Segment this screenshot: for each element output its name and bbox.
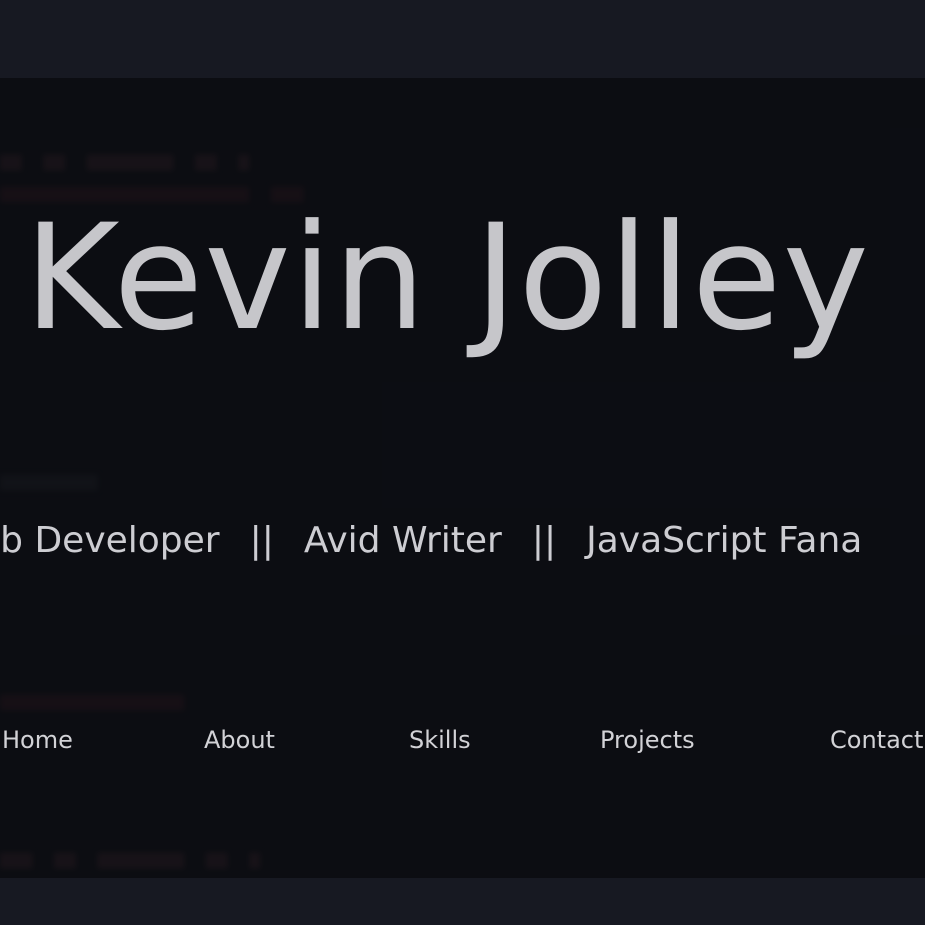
nav-link-about[interactable]: About [204,726,275,754]
tagline-role-writer: Avid Writer [303,520,502,561]
nav-link-projects[interactable]: Projects [600,726,695,754]
tagline-separator: || [531,520,557,561]
main-nav: Home About Skills Projects Contact [0,726,925,762]
top-band [0,0,925,78]
page-title: Kevin Jolley [24,193,870,363]
tagline-role-web-developer: eb Developer [0,520,220,561]
tagline-separator: || [249,520,274,561]
nav-link-contact[interactable]: Contact [830,726,923,754]
tagline-role-javascript: JavaScript Fana [586,520,863,561]
nav-link-home[interactable]: Home [2,726,73,754]
bottom-band [0,878,925,925]
tagline: eb Developer || Avid Writer || JavaScript Fa… [0,520,862,561]
nav-link-skills[interactable]: Skills [409,726,471,754]
